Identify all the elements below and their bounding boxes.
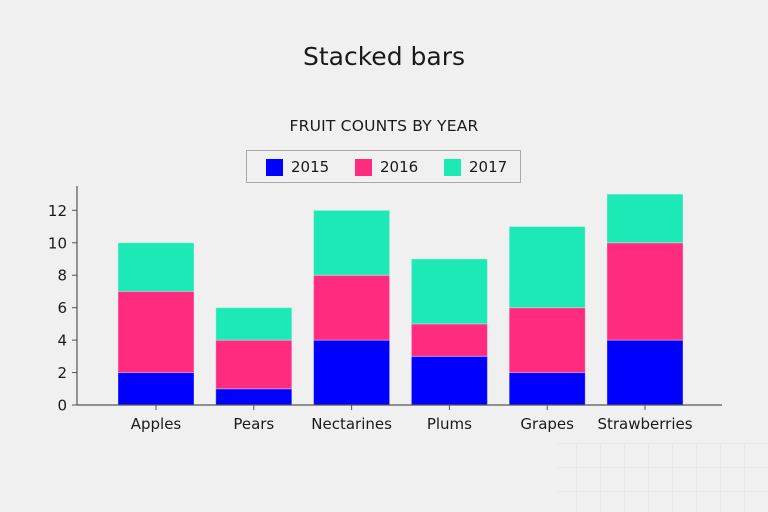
x-tick-label: Plums	[427, 415, 472, 433]
x-tick-label: Pears	[233, 415, 274, 433]
bar-segment-nectarines-2016[interactable]	[313, 274, 391, 341]
bar-segment-plums-2017[interactable]	[410, 258, 488, 325]
y-tick-label: 4	[57, 332, 67, 350]
bar-segment-pears-2017[interactable]	[215, 307, 293, 341]
y-tick-label: 6	[57, 299, 67, 317]
x-tick-label: Apples	[131, 415, 182, 433]
x-tick-label: Grapes	[520, 415, 574, 433]
bar-segment-grapes-2017[interactable]	[508, 226, 586, 309]
y-tick-label: 0	[57, 397, 67, 415]
bar-segment-apples-2015[interactable]	[117, 372, 195, 406]
bar-segment-nectarines-2015[interactable]	[313, 339, 391, 406]
x-tick-label: Nectarines	[311, 415, 392, 433]
bar-segment-apples-2017[interactable]	[117, 242, 195, 292]
y-tick-label: 2	[57, 364, 67, 382]
bar-segment-grapes-2016[interactable]	[508, 307, 586, 374]
bar-segment-pears-2016[interactable]	[215, 339, 293, 390]
bar-segment-pears-2015[interactable]	[215, 388, 293, 406]
bar-segment-strawberries-2015[interactable]	[606, 339, 684, 406]
bar-segment-strawberries-2017[interactable]	[606, 193, 684, 244]
x-tick-label: Strawberries	[597, 415, 692, 433]
y-tick-label: 10	[48, 234, 67, 252]
bar-segment-grapes-2015[interactable]	[508, 372, 586, 406]
bar-segment-apples-2016[interactable]	[117, 290, 195, 374]
y-tick-label: 8	[57, 267, 67, 285]
bar-segment-plums-2016[interactable]	[410, 323, 488, 357]
chart-plot: Apples Pears Nectarines Plums Grapes Strawber…	[48, 186, 722, 433]
y-tick-label: 12	[48, 202, 67, 220]
bar-segment-strawberries-2016[interactable]	[606, 242, 684, 341]
bar-segment-nectarines-2017[interactable]	[313, 209, 391, 276]
bar-segment-plums-2015[interactable]	[410, 355, 488, 406]
